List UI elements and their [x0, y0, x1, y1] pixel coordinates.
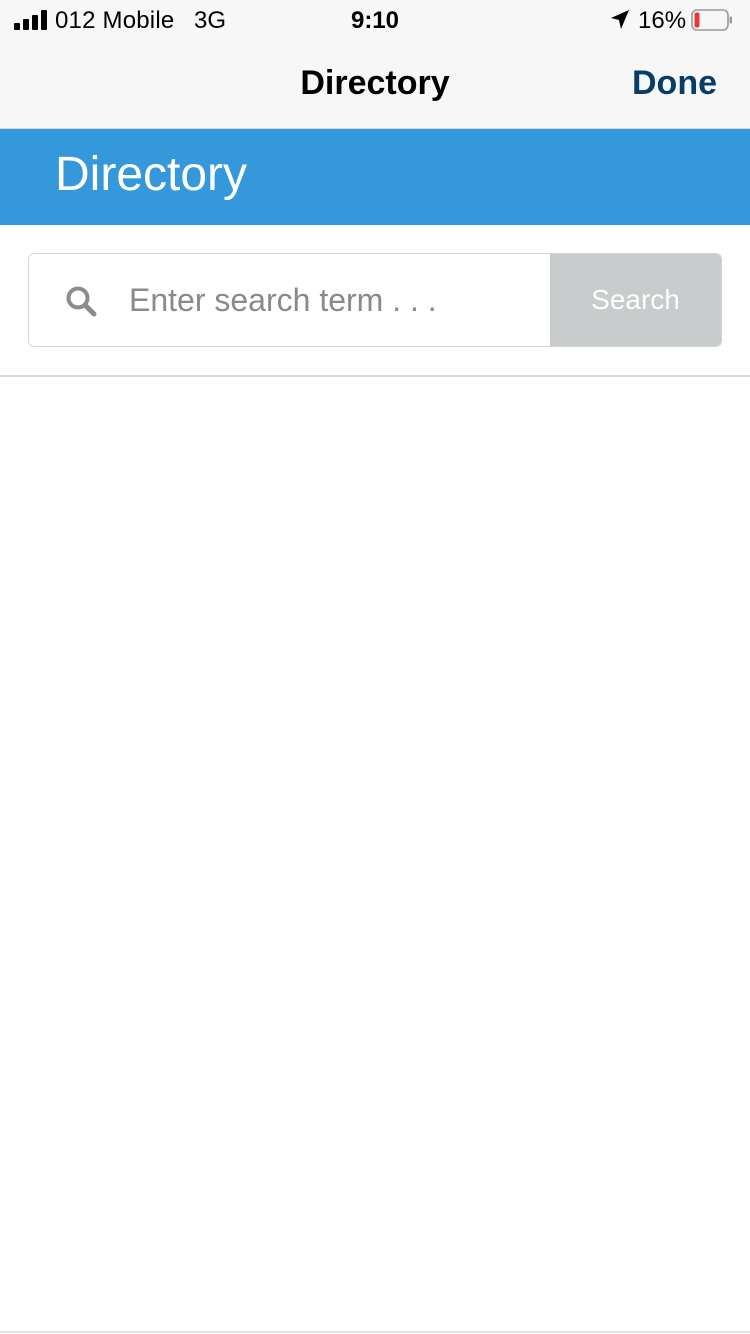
bottom-divider — [0, 1331, 750, 1333]
directory-screen: 012 Mobile 3G 9:10 16% Directory Done Di… — [0, 0, 750, 1334]
page-title: Directory — [55, 148, 248, 201]
search-input[interactable] — [129, 254, 549, 346]
header-banner: Directory — [0, 129, 750, 225]
done-button[interactable]: Done — [632, 64, 717, 103]
search-bar: Search — [28, 253, 722, 347]
battery-low-icon — [691, 9, 732, 31]
search-button[interactable]: Search — [550, 254, 721, 346]
location-arrow-icon — [611, 10, 629, 29]
battery-percent: 16% — [638, 7, 687, 34]
search-icon — [66, 286, 97, 317]
battery-fill — [694, 12, 700, 28]
navigation-bar: Directory Done — [0, 40, 750, 129]
status-bar: 012 Mobile 3G 9:10 16% — [0, 0, 750, 40]
results-list — [0, 377, 750, 1330]
